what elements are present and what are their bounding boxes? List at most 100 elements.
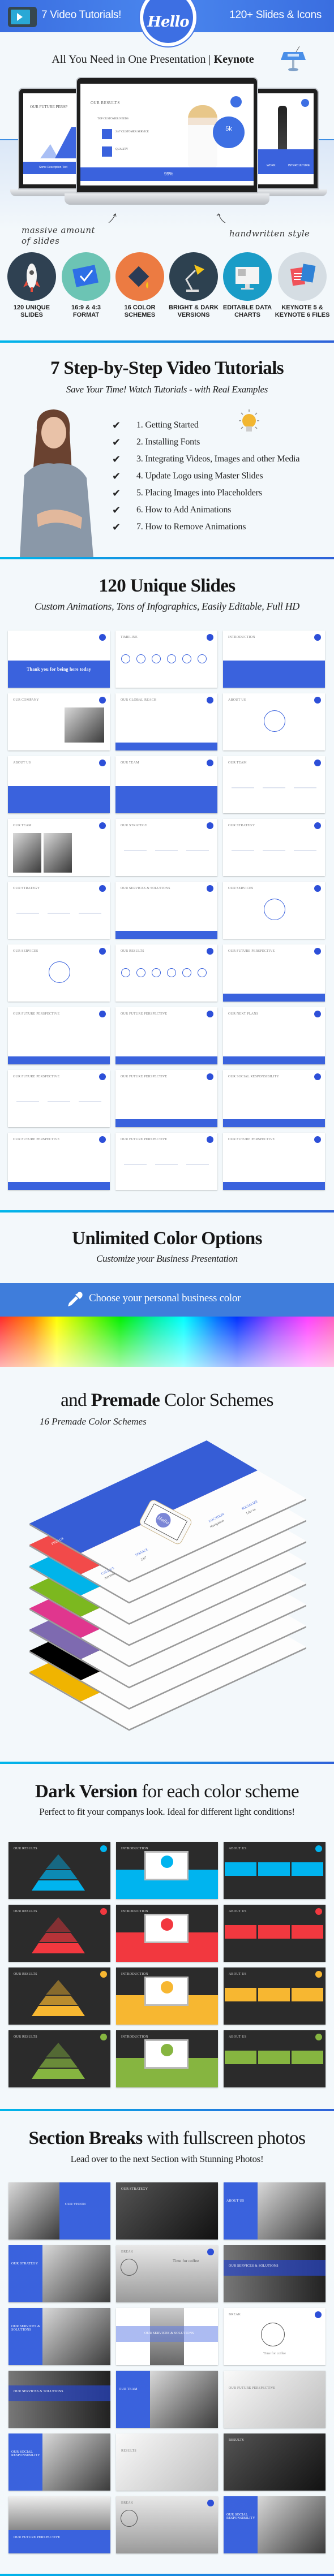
timeline-marker — [152, 654, 161, 663]
section-break-thumbnail[interactable]: OUR SERVICES & SOLUTIONS — [8, 2371, 110, 2428]
slide-thumbnail[interactable]: OUR SERVICES & SOLUTIONS — [115, 882, 217, 939]
timeline-marker — [198, 968, 207, 977]
dark-slide-thumbnail[interactable]: OUR RESULTS — [8, 1905, 110, 1962]
slide-content-line — [124, 1164, 147, 1165]
slide-thumbnail[interactable]: OUR FUTURE PERSPECTIVE — [8, 1070, 110, 1127]
checkmark-icon: ✔ — [112, 487, 121, 499]
dark-slide-thumbnail[interactable]: INTRODUCTION — [116, 1967, 218, 2025]
slide-title: BREAK — [121, 2250, 134, 2254]
section-break-thumbnail[interactable]: OUR SOCIAL RESPONSIBILITY — [224, 2496, 326, 2553]
slide-thumbnail[interactable]: OUR FUTURE PERSPECTIVE — [223, 944, 325, 1002]
section-break-thumbnail[interactable]: OUR TEAM — [116, 2371, 218, 2428]
section-break-thumbnail[interactable]: OUR VISION — [8, 2182, 110, 2240]
slide-thumbnail[interactable]: OUR COMPANY — [8, 693, 110, 750]
dark-slide-thumbnail[interactable]: INTRODUCTION — [116, 1842, 218, 1899]
slide-thumbnail[interactable]: TIMELINE — [115, 631, 217, 688]
section-divider — [0, 2109, 334, 2111]
slide-photo — [258, 2496, 326, 2553]
hello-badge — [207, 948, 213, 955]
dark-slide-thumbnail[interactable]: INTRODUCTION — [116, 2030, 218, 2087]
hello-badge — [99, 697, 106, 704]
section-break-thumbnail[interactable]: RESULTS — [224, 2433, 326, 2491]
slide-thumbnail[interactable]: ABOUT US — [223, 693, 325, 750]
slide-thumbnail[interactable]: OUR SERVICES — [223, 882, 325, 939]
slide-thumbnail[interactable]: ABOUT US — [8, 756, 110, 813]
section-break-thumbnail[interactable]: OUR STRATEGY — [116, 2182, 218, 2240]
dark-subtitle: Perfect to fit your companys look. Ideal… — [39, 1806, 295, 1817]
slide-thumbnail[interactable]: INTRODUCTION — [223, 631, 325, 688]
slide-thumbnail[interactable]: OUR TEAM — [115, 756, 217, 813]
hello-badge — [99, 885, 106, 892]
slide-thumbnail[interactable]: OUR FUTURE PERSPECTIVE — [223, 1133, 325, 1190]
hero-title-main: All You Need in One Presentation — [52, 53, 206, 66]
slide-thumbnail[interactable]: OUR SOCIAL RESPONSIBILITY — [223, 1070, 325, 1127]
slide-blue-band — [224, 2260, 326, 2276]
section-break-thumbnail[interactable]: RESULTS — [116, 2433, 218, 2491]
slide-thumbnail[interactable]: OUR FUTURE PERSPECTIVE — [115, 1133, 217, 1190]
section-break-thumbnail[interactable]: OUR SERVICES & SOLUTIONS — [224, 2245, 326, 2302]
dark-slide-thumbnail[interactable]: ABOUT US — [224, 1842, 326, 1899]
slide-circle — [49, 961, 70, 983]
slide-title: ABOUT US — [229, 1847, 247, 1850]
hello-badge — [314, 948, 321, 955]
dark-slide-thumbnail[interactable]: ABOUT US — [224, 2030, 326, 2087]
slide-title: INTRODUCTION — [121, 1847, 148, 1850]
section-break-thumbnail[interactable]: BREAK Time for coffee — [224, 2308, 326, 2365]
dark-slide-thumbnail[interactable]: ABOUT US — [224, 1967, 326, 2025]
section-break-thumbnail[interactable]: OUR SERVICES & SOLUTIONS — [8, 2308, 110, 2365]
pie-timer-icon — [121, 2510, 138, 2527]
slide-title: OUR FUTURE PERSPECTIVE — [228, 950, 275, 953]
hello-badge — [207, 885, 213, 892]
timeline-marker — [121, 654, 130, 663]
color-spectrum[interactable] — [0, 1317, 334, 1367]
section-break-thumbnail[interactable]: OUR SERVICES & SOLUTIONS — [116, 2308, 218, 2365]
slide-thumbnail[interactable]: Thank you for being here today — [8, 631, 110, 688]
slide-thumbnail[interactable]: OUR GLOBAL REACH — [115, 693, 217, 750]
dark-slide-thumbnail[interactable]: OUR RESULTS — [8, 2030, 110, 2087]
laptop-center-screen: OUR RESULTS TOP CUSTOMER NEEDS 24/7 CUST… — [80, 84, 254, 185]
satisfaction-stat: 99% — [164, 171, 174, 176]
section-break-thumbnail[interactable]: BREAK Time for coffee — [116, 2245, 218, 2302]
feature-circle — [62, 252, 110, 301]
section-break-thumbnail[interactable]: BREAK — [116, 2496, 218, 2553]
slide-footer-band — [115, 1119, 217, 1127]
slide-content-line — [16, 913, 39, 914]
slide-thumbnail[interactable]: OUR FUTURE PERSPECTIVE — [8, 1133, 110, 1190]
slide-content-line — [48, 1101, 70, 1102]
slide-thumbnail[interactable]: OUR TEAM — [223, 756, 325, 813]
slide-thumbnail[interactable]: OUR FUTURE PERSPECTIVE — [8, 1007, 110, 1064]
slide-thumbnail[interactable]: OUR FUTURE PERSPECTIVE — [115, 1007, 217, 1064]
center-slide-band: 99% — [80, 167, 254, 181]
slide-thumbnail[interactable]: OUR STRATEGY — [115, 819, 217, 876]
section-break-thumbnail[interactable]: ABOUT US — [224, 2182, 326, 2240]
section-break-thumbnail[interactable]: OUR FUTURE PERSPECTIVE — [8, 2496, 110, 2553]
slide-thumbnail[interactable]: OUR SERVICES — [8, 944, 110, 1002]
slide-footer-band — [8, 1056, 110, 1064]
blueprint-icon — [72, 265, 99, 287]
slide-blue-panel — [8, 2245, 42, 2302]
dark-slide-thumbnail[interactable]: OUR RESULTS — [8, 1967, 110, 2025]
slide-title: RESULTS — [229, 2439, 244, 2442]
hello-badge — [161, 1981, 173, 1994]
slide-title: OUR SERVICES & SOLUTIONS — [121, 887, 170, 890]
section-break-thumbnail[interactable]: OUR STRATEGY — [8, 2245, 110, 2302]
slide-thumbnail[interactable]: OUR RESULTS — [115, 944, 217, 1002]
hello-badge — [99, 634, 106, 641]
slide-thumbnail[interactable]: OUR NEXT PLANS — [223, 1007, 325, 1064]
lightbulb-icon — [239, 409, 259, 432]
premade-title-bold: Premade — [91, 1390, 160, 1410]
section-break-thumbnail[interactable]: OUR FUTURE PERSPECTIVE — [224, 2371, 326, 2428]
section-break-thumbnail[interactable]: OUR SOCIAL RESPONSIBILITY — [8, 2433, 110, 2491]
dark-slide-thumbnail[interactable]: OUR RESULTS — [8, 1842, 110, 1899]
slide-title: OUR FUTURE PERSPECTIVE — [13, 1075, 60, 1078]
color-picker-band[interactable]: Choose your personal business color — [0, 1283, 334, 1317]
slide-thumbnail[interactable]: OUR STRATEGY — [8, 882, 110, 939]
slide-thumbnail[interactable]: OUR TEAM — [8, 819, 110, 876]
slide-content-line — [155, 850, 178, 851]
slide-thumbnail[interactable]: OUR FUTURE PERSPECTIVE — [115, 1070, 217, 1127]
dark-slide-thumbnail[interactable]: ABOUT US — [224, 1905, 326, 1962]
dark-slide-thumbnail[interactable]: INTRODUCTION — [116, 1905, 218, 1962]
tutorial-item: ✔ 2. Installing Fonts — [112, 436, 200, 448]
slide-thumbnail[interactable]: OUR STRATEGY — [223, 819, 325, 876]
hello-badge — [99, 822, 106, 829]
